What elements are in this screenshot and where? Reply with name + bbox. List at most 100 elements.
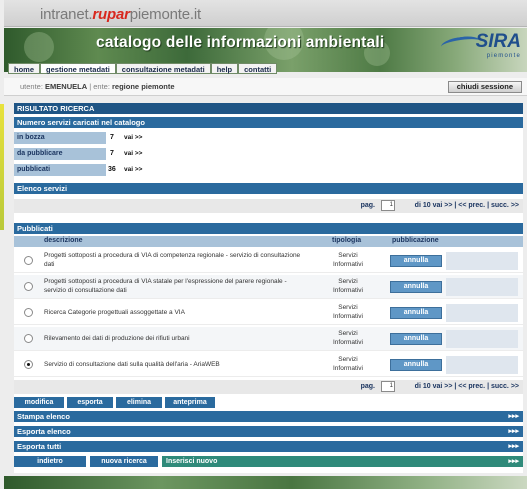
pagination-label: pag. (360, 383, 375, 390)
col-tipologia: tipologia (332, 237, 362, 244)
annulla-button[interactable]: annulla (390, 281, 442, 293)
vai-link[interactable]: vai >> (124, 164, 142, 176)
leaf-decoration (24, 32, 54, 62)
row-shade (446, 278, 518, 296)
row-radio[interactable] (24, 256, 33, 265)
row-shade (446, 356, 518, 374)
close-session-button[interactable]: chiudi sessione (447, 81, 522, 93)
count-row-da-pubblicare: da pubblicare 7 vai >> (14, 148, 523, 160)
tab-help[interactable]: help (210, 63, 239, 74)
annulla-button[interactable]: annulla (390, 359, 442, 371)
pagination-links[interactable]: di 10 vai >> | << prec. | succ. >> (415, 202, 519, 209)
table-header: descrizione tipologia pubblicazione (14, 236, 523, 247)
esporta-tutti-label: Esporta tutti (17, 442, 62, 451)
esporta-elenco-bar[interactable]: Esporta elenco ▸▸▸ (14, 426, 523, 437)
row-radio[interactable] (24, 334, 33, 343)
user-info-bar: utente: EMENUELA | ente: regione piemont… (4, 78, 527, 96)
row-description: Progetti sottoposti a procedura di VIA d… (44, 252, 301, 268)
count-row-bozza: in bozza 7 vai >> (14, 132, 523, 144)
row-tipologia: Servizi Informativi (333, 278, 363, 294)
esporta-button[interactable]: esporta (67, 397, 113, 408)
pagination-label: pag. (360, 202, 375, 209)
logo-brand: rupar (92, 6, 130, 23)
pubblicati-title: Pubblicati (14, 223, 523, 234)
row-tipologia: Servizi Informativi (333, 356, 363, 372)
banner-title: catalogo delle informazioni ambientali (96, 34, 385, 51)
vai-link[interactable]: vai >> (124, 132, 142, 144)
modifica-button[interactable]: modifica (14, 397, 64, 408)
nuova-ricerca-button[interactable]: nuova ricerca (90, 456, 158, 467)
vai-link[interactable]: vai >> (124, 148, 142, 160)
count-row-pubblicati: pubblicati 36 vai >> (14, 164, 523, 176)
anteprima-button[interactable]: anteprima (165, 397, 215, 408)
pagination-links[interactable]: di 10 vai >> | << prec. | succ. >> (415, 383, 519, 390)
action-buttons: modifica esporta elimina anteprima (14, 397, 215, 408)
row-description: Ricerca Categorie progettuali assoggetta… (44, 309, 185, 316)
esporta-tutti-bar[interactable]: Esporta tutti ▸▸▸ (14, 441, 523, 452)
main-nav: home gestione metadati consultazione met… (8, 63, 278, 74)
tab-gestione-metadati[interactable]: gestione metadati (40, 63, 116, 74)
table-row: Ricerca Categorie progettuali assoggetta… (14, 301, 523, 325)
left-accent-bar (0, 104, 4, 230)
annulla-button[interactable]: annulla (390, 307, 442, 319)
ente-label: | ente: (87, 82, 110, 91)
esporta-elenco-label: Esporta elenco (17, 427, 71, 436)
tab-consultazione-metadati[interactable]: consultazione metadati (115, 63, 211, 74)
stampa-elenco-label: Stampa elenco (17, 412, 70, 421)
logo-prefix: intranet. (40, 6, 93, 23)
table-row: Progetti sottoposti a procedura di VIA d… (14, 249, 523, 273)
count-value: 7 (110, 150, 114, 157)
table-row: Servizio di consultazione dati sulla qua… (14, 353, 523, 377)
row-radio[interactable] (24, 308, 33, 317)
col-pubblicazione: pubblicazione (392, 237, 439, 244)
sira-logo: SIRA piemonte (440, 31, 521, 61)
ente-value: regione piemonte (112, 82, 175, 91)
bottom-nav: indietro nuova ricerca Inserisci nuovo ▸▸… (14, 456, 523, 467)
page: intranet.ruparpiemonte.it catalogo delle… (0, 0, 527, 489)
intranet-header: intranet.ruparpiemonte.it (4, 0, 527, 27)
page-input[interactable]: 1 (381, 200, 395, 211)
page-input[interactable]: 1 (381, 381, 395, 392)
elenco-servizi-title: Elenco servizi (14, 183, 523, 194)
stampa-elenco-bar[interactable]: Stampa elenco ▸▸▸ (14, 411, 523, 422)
elimina-button[interactable]: elimina (116, 397, 162, 408)
intranet-logo[interactable]: intranet.ruparpiemonte.it (40, 6, 201, 23)
row-shade (446, 330, 518, 348)
user-info: utente: EMENUELA | ente: regione piemont… (20, 82, 175, 91)
row-radio[interactable] (24, 282, 33, 291)
footer-banner (4, 476, 527, 489)
row-tipologia: Servizi Informativi (333, 252, 363, 268)
expand-arrows-icon: ▸▸▸ (508, 443, 519, 450)
count-label: in bozza (14, 132, 106, 144)
count-label: da pubblicare (14, 148, 106, 160)
expand-arrows-icon: ▸▸▸ (508, 428, 519, 435)
table-row: Rilevamento dei dati di produzione dei r… (14, 327, 523, 351)
count-label: pubblicati (14, 164, 106, 176)
row-shade (446, 304, 518, 322)
row-radio-selected[interactable] (24, 360, 33, 369)
row-description: Rilevamento dei dati di produzione dei r… (44, 335, 190, 342)
content-panel: RISULTATO RICERCA Numero servizi caricat… (14, 103, 523, 473)
inserisci-nuovo-button[interactable]: Inserisci nuovo ▸▸▸ (162, 456, 523, 467)
row-tipologia: Servizi Informativi (333, 304, 363, 320)
results-subtitle: Numero servizi caricati nel catalogo (14, 117, 523, 128)
annulla-button[interactable]: annulla (390, 255, 442, 267)
count-value: 36 (108, 166, 116, 173)
annulla-button[interactable]: annulla (390, 333, 442, 345)
tab-contatti[interactable]: contatti (238, 63, 278, 74)
utente-value: EMENUELA (45, 82, 88, 91)
inserisci-nuovo-label: Inserisci nuovo (166, 458, 218, 465)
row-shade (446, 252, 518, 270)
count-value: 7 (110, 134, 114, 141)
expand-arrows-icon: ▸▸▸ (508, 413, 519, 420)
utente-label: utente: (20, 82, 43, 91)
sira-logo-subtitle: piemonte (486, 53, 521, 59)
row-description: Servizio di consultazione dati sulla qua… (44, 361, 220, 368)
col-descrizione: descrizione (44, 237, 83, 244)
tab-home[interactable]: home (8, 63, 41, 74)
indietro-button[interactable]: indietro (14, 456, 86, 467)
logo-suffix: piemonte.it (129, 6, 201, 23)
pagination-bottom: pag. 1 di 10 vai >> | << prec. | succ. >… (14, 380, 523, 394)
row-description: Progetti sottoposti a procedura di VIA s… (44, 278, 287, 294)
sira-logo-text: SIRA (475, 31, 521, 52)
